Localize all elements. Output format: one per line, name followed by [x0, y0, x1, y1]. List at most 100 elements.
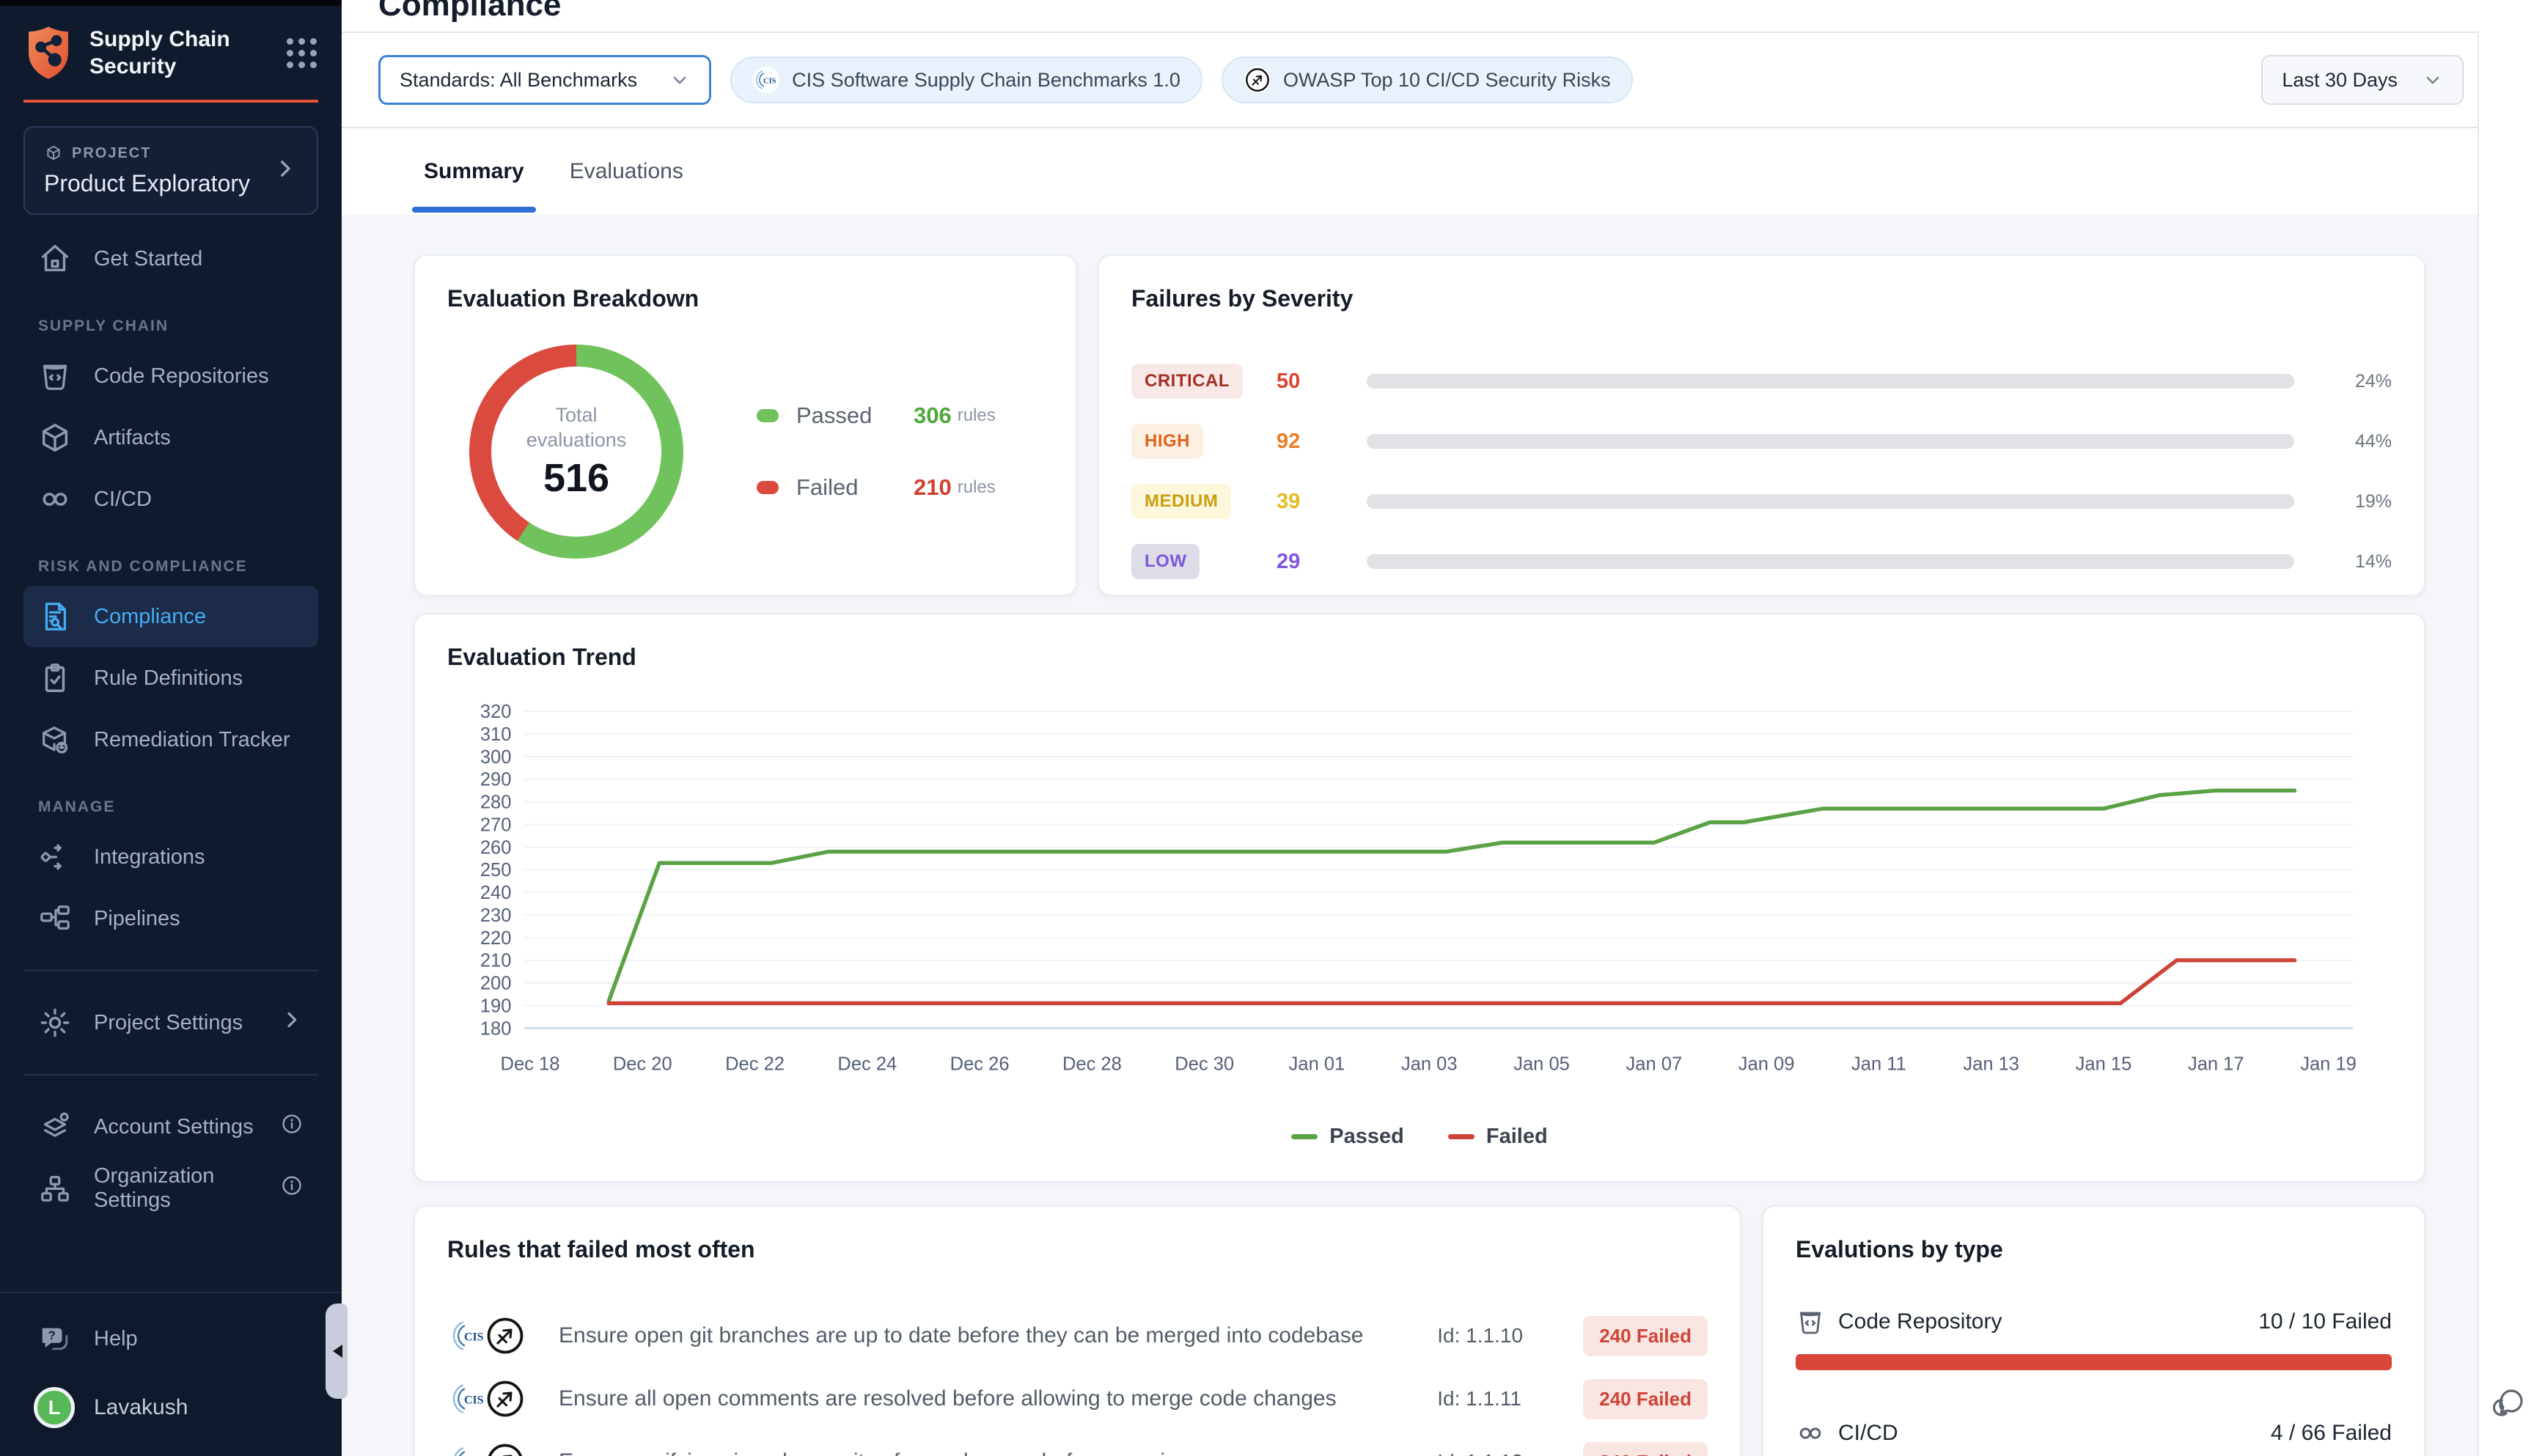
sidebar-item-rule-definitions[interactable]: Rule Definitions [23, 647, 318, 709]
sidebar-item-account-settings[interactable]: Account Settings [23, 1096, 318, 1158]
share-icon [38, 840, 72, 874]
failed-rule-row[interactable]: CIS Ensure all open comments are resolve… [447, 1367, 1708, 1430]
severity-count: 39 [1277, 490, 1346, 514]
evaluation-breakdown-card: Evaluation Breakdown Total evaluations 5… [414, 254, 1077, 596]
svg-text:Jan 11: Jan 11 [1851, 1054, 1906, 1074]
user-menu[interactable]: L Lavakush [23, 1377, 318, 1438]
sidebar-item-organization-settings[interactable]: Organization Settings [23, 1158, 318, 1219]
standards-filter-dropdown[interactable]: Standards: All Benchmarks [378, 55, 711, 105]
donut-total-value: 516 [543, 455, 609, 501]
failed-rule-row[interactable]: CIS Ensure open git branches are up to d… [447, 1304, 1708, 1367]
standards-filter-value: Standards: All Benchmarks [400, 69, 637, 92]
sidebar-item-code-repositories[interactable]: Code Repositories [23, 345, 318, 407]
sidebar-item-ci-cd[interactable]: CI/CD [23, 468, 318, 530]
svg-text:CIS: CIS [464, 1394, 484, 1407]
severity-row-high: HIGH 92 44% [1131, 424, 2392, 459]
legend-dash [1448, 1134, 1475, 1139]
legend-swatch [757, 409, 779, 422]
type-label: Code Repository [1838, 1309, 2002, 1334]
svg-text:CIS: CIS [464, 1331, 484, 1344]
rule-failed-badge: 240 Failed [1583, 1316, 1708, 1356]
chevron-down-icon [669, 70, 690, 90]
benchmark-pill-label: OWASP Top 10 CI/CD Security Risks [1283, 69, 1611, 92]
legend-label: Failed [796, 474, 914, 501]
sidebar-item-integrations[interactable]: Integrations [23, 826, 318, 888]
evaluations-type-list: Code Repository 10 / 10 Failed CI/CD 4 /… [1796, 1307, 2392, 1456]
svg-text:CIS: CIS [763, 77, 776, 85]
box-wrench-icon [38, 723, 72, 757]
svg-text:Jan 07: Jan 07 [1626, 1054, 1683, 1074]
legend-value: 210 [914, 474, 952, 501]
page-title: Compliance [378, 0, 561, 23]
legend-label: Passed [1329, 1125, 1404, 1149]
severity-count: 92 [1277, 430, 1346, 454]
sidebar-item-label: Artifacts [94, 426, 171, 450]
clipboard-icon [38, 661, 72, 695]
svg-text:210: 210 [480, 951, 512, 971]
owasp-logo-icon [484, 1441, 526, 1456]
type-label: CI/CD [1838, 1421, 1898, 1446]
severity-percent: 19% [2315, 491, 2392, 512]
svg-text:Dec 24: Dec 24 [837, 1054, 897, 1074]
window-top-strip [0, 0, 342, 6]
org-icon [38, 1172, 72, 1205]
failed-rule-row[interactable]: CIS Ensure verifying signed commits of n… [447, 1430, 1708, 1456]
severity-list: CRITICAL 50 24%HIGH 92 44%MEDIUM 39 19%L… [1131, 364, 2392, 579]
breakdown-legend-item: Passed 306 rules [757, 402, 996, 429]
trend-legend: Passed Failed [447, 1125, 2392, 1149]
project-selector[interactable]: PROJECT Product Exploratory [23, 126, 318, 215]
sidebar-item-label: Get Started [94, 247, 202, 271]
sidebar-item-pipelines[interactable]: Pipelines [23, 888, 318, 949]
sidebar-item-project-settings[interactable]: Project Settings [23, 992, 318, 1054]
owasp-logo-icon [1244, 66, 1271, 94]
sidebar-item-compliance[interactable]: Compliance [23, 586, 318, 647]
sidebar-item-get-started[interactable]: Get Started [23, 228, 318, 290]
sidebar-item-label: CI/CD [94, 488, 152, 512]
repo-icon [1796, 1307, 1825, 1336]
legend-dash [1291, 1134, 1318, 1139]
svg-text:Jan 01: Jan 01 [1289, 1054, 1345, 1074]
sidebar-item-label: Remediation Tracker [94, 728, 290, 752]
benchmark-pill-label: CIS Software Supply Chain Benchmarks 1.0 [792, 69, 1180, 92]
svg-text:Jan 09: Jan 09 [1738, 1054, 1795, 1074]
type-status: 10 / 10 Failed [2258, 1309, 2392, 1334]
rule-id: Id: 1.1.11 [1437, 1387, 1565, 1411]
date-range-value: Last 30 Days [2282, 69, 2398, 92]
app-logo-row: Supply Chain Security [0, 6, 342, 88]
sidebar-item-artifacts[interactable]: Artifacts [23, 407, 318, 468]
benchmark-pill-owasp-top-10-ci-cd-secur[interactable]: OWASP Top 10 CI/CD Security Risks [1222, 56, 1633, 103]
svg-text:240: 240 [480, 883, 512, 903]
sidebar-item-remediation-tracker[interactable]: Remediation Tracker [23, 709, 318, 771]
rule-description: Ensure open git branches are up to date … [559, 1323, 1420, 1348]
app-switcher-icon[interactable] [287, 38, 317, 68]
feedback-chat-icon[interactable] [2493, 1384, 2528, 1419]
severity-badge: CRITICAL [1131, 364, 1243, 399]
svg-text:Dec 20: Dec 20 [613, 1054, 672, 1074]
svg-text:Jan 13: Jan 13 [1963, 1054, 2019, 1074]
tab-summary[interactable]: Summary [412, 128, 536, 215]
card-title: Evalutions by type [1796, 1236, 2392, 1263]
svg-text:300: 300 [480, 747, 512, 768]
tab-bar: Summary Evaluations [342, 128, 2534, 215]
severity-badge: LOW [1131, 544, 1200, 579]
svg-text:200: 200 [480, 974, 512, 994]
tab-evaluations[interactable]: Evaluations [558, 128, 695, 215]
severity-percent: 14% [2315, 551, 2392, 573]
infinity-icon [1796, 1419, 1825, 1448]
svg-text:Dec 26: Dec 26 [950, 1054, 1010, 1074]
date-range-dropdown[interactable]: Last 30 Days [2261, 55, 2464, 105]
legend-unit: rules [958, 405, 996, 426]
project-name: Product Exploratory [44, 170, 273, 197]
sidebar: Supply Chain Security PROJECT Product Ex… [0, 0, 342, 1456]
cis-logo-icon: CIS [752, 66, 780, 94]
svg-text:180: 180 [480, 1018, 512, 1039]
nav-section-header: RISK AND COMPLIANCE [38, 558, 342, 576]
trend-legend-item: Failed [1448, 1125, 1548, 1149]
sidebar-item-label: Compliance [94, 605, 206, 629]
trend-legend-item: Passed [1291, 1125, 1404, 1149]
sidebar-item-label: Integrations [94, 845, 205, 869]
benchmark-pill-cis-software-supply-chai[interactable]: CIS CIS Software Supply Chain Benchmarks… [730, 56, 1202, 103]
sidebar-nav: Get StartedSUPPLY CHAIN Code Repositorie… [0, 228, 342, 949]
sidebar-item-help[interactable]: ? Help [23, 1308, 318, 1369]
sidebar-collapse-handle[interactable] [326, 1304, 348, 1399]
